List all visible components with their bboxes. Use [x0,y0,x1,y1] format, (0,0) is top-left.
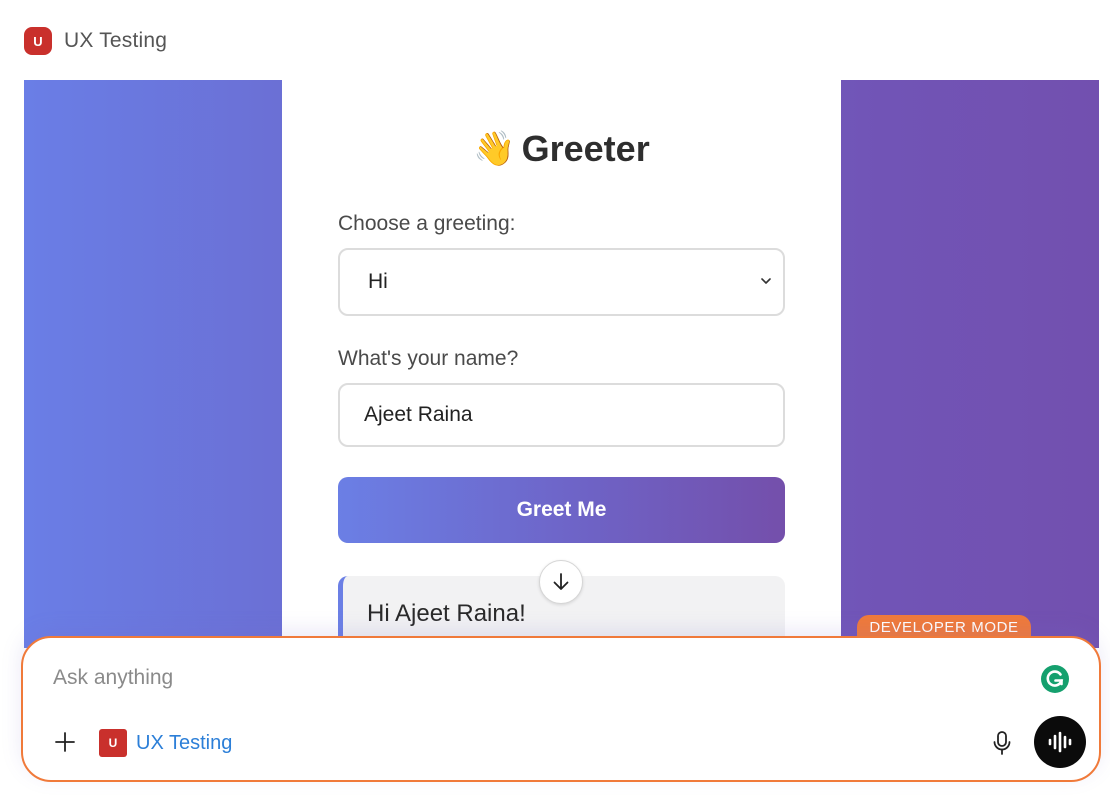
waving-hand-icon: 👋 [473,129,516,169]
microphone-icon [993,731,1011,755]
app-badge-icon: U [24,27,52,55]
greeter-title-text: Greeter [521,128,650,169]
add-attachment-button[interactable] [51,728,79,756]
voice-mode-button[interactable] [1034,716,1086,768]
plus-icon [55,732,75,752]
arrow-down-icon [553,573,569,590]
dictate-button[interactable] [987,728,1017,758]
name-input[interactable]: Ajeet Raina [338,383,785,447]
app-header: U UX Testing [24,26,167,56]
app-chip-badge-icon: U [99,729,127,757]
scroll-down-button[interactable] [539,560,583,604]
grammarly-icon[interactable] [1038,662,1072,696]
app-title: UX Testing [64,29,168,52]
chat-app-window: U UX Testing 👋 Greeter Choose a greeting… [0,0,1110,796]
greeter-title: 👋 Greeter [282,128,841,170]
name-label: What's your name? [338,347,519,370]
greeting-label: Choose a greeting: [338,212,516,235]
greeting-result-text: Hi Ajeet Raina! [367,600,526,627]
app-chip-ux-testing[interactable]: U UX Testing [99,729,232,757]
app-chip-label: UX Testing [136,731,233,754]
greet-me-button[interactable]: Greet Me [338,477,785,543]
grammarly-logo-icon [1041,665,1069,693]
greeting-select[interactable]: Hi [338,248,785,316]
voice-waveform-icon [1048,731,1072,753]
greeting-select-value: Hi [368,270,388,293]
chevron-down-icon [761,278,771,284]
app-preview: 👋 Greeter Choose a greeting: Hi What's y… [24,80,1099,648]
chat-composer: Ask anything U UX Testing [21,636,1101,782]
prompt-input[interactable]: Ask anything [53,666,173,690]
greeter-card: 👋 Greeter Choose a greeting: Hi What's y… [282,80,841,648]
